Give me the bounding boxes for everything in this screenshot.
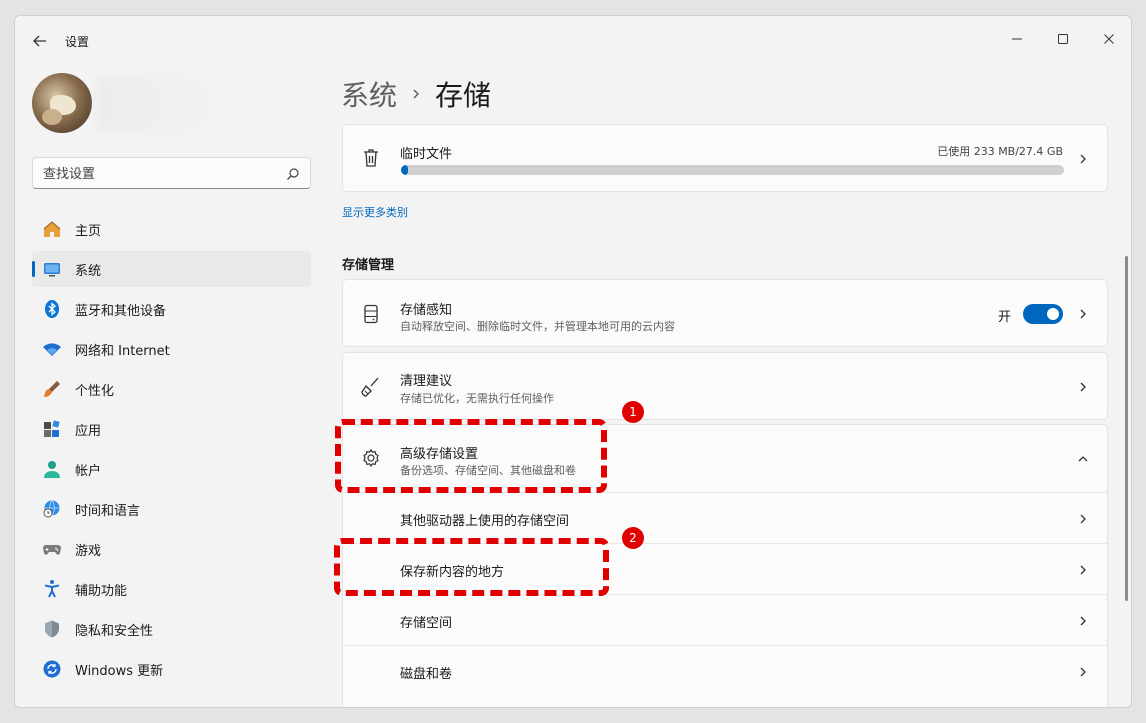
sidebar-item-gaming[interactable]: 游戏: [32, 531, 311, 567]
sidebar-item-label: 个性化: [75, 383, 115, 399]
breadcrumb-parent[interactable]: 系统: [341, 74, 397, 114]
avatar[interactable]: [32, 73, 92, 133]
temp-files-progress-bar: [401, 165, 1064, 175]
update-icon: [43, 660, 61, 678]
trash-icon: [364, 149, 378, 167]
storage-spaces-row[interactable]: 存储空间: [343, 594, 1107, 645]
row-label: 其他驱动器上使用的存储空间: [400, 514, 570, 529]
toggle-state-label: 开: [997, 310, 1011, 325]
annotation-badge-1: 1: [622, 401, 644, 423]
accessibility-icon: [44, 580, 60, 598]
brush-icon: [44, 381, 60, 397]
shield-icon: [45, 620, 59, 638]
sidebar-item-label: Windows 更新: [75, 663, 164, 679]
sidebar-item-accessibility[interactable]: 辅助功能: [32, 571, 311, 607]
sidebar-item-personalization[interactable]: 个性化: [32, 371, 311, 407]
sidebar-item-windows-update[interactable]: Windows 更新: [32, 651, 311, 687]
search-box: [32, 157, 311, 189]
progress-fill: [401, 165, 408, 175]
storage-sense-subtitle: 自动释放空间、删除临时文件，并管理本地可用的云内容: [400, 320, 675, 333]
sidebar-item-home[interactable]: 主页: [32, 211, 311, 247]
maximize-icon: [1058, 34, 1068, 44]
show-more-categories-link[interactable]: 显示更多类别: [342, 204, 408, 220]
temp-files-usage: 已使用 233 MB/27.4 GB: [937, 145, 1063, 158]
temp-files-title: 临时文件: [400, 147, 453, 162]
chevron-right-icon: [1080, 154, 1086, 164]
sidebar-nav: 主页 系统 蓝牙和其他设备 网络和 Internet 个性化 应用 帐户 时间和…: [32, 211, 311, 691]
sidebar-item-privacy[interactable]: 隐私和安全性: [32, 611, 311, 647]
sidebar-item-label: 游戏: [75, 543, 102, 559]
sidebar-item-network[interactable]: 网络和 Internet: [32, 331, 311, 367]
storage-drive-icon: [364, 304, 378, 324]
minimize-icon: [1012, 38, 1022, 40]
search-icon[interactable]: [286, 167, 300, 181]
close-button[interactable]: [1089, 24, 1129, 54]
cleanup-subtitle: 存储已优化，无需执行任何操作: [400, 392, 554, 405]
sidebar-item-label: 应用: [75, 423, 102, 439]
cleanup-title: 清理建议: [400, 374, 453, 389]
minimize-button[interactable]: [997, 24, 1037, 54]
home-icon: [43, 221, 61, 237]
sidebar-item-label: 系统: [75, 263, 102, 279]
sidebar-item-system[interactable]: 系统: [32, 251, 311, 287]
sidebar-item-bluetooth[interactable]: 蓝牙和其他设备: [32, 291, 311, 327]
chevron-up-icon: [1078, 456, 1088, 462]
annotation-box-2: [334, 538, 609, 596]
close-icon: [1104, 34, 1114, 44]
chevron-right-icon: [1080, 514, 1086, 524]
gamepad-icon: [43, 545, 61, 555]
sidebar-item-label: 时间和语言: [75, 503, 141, 519]
storage-sense-title: 存储感知: [400, 303, 453, 318]
sidebar-item-label: 隐私和安全性: [75, 623, 154, 639]
back-arrow-icon: [33, 35, 46, 47]
maximize-button[interactable]: [1043, 24, 1083, 54]
chevron-right-icon: [1080, 382, 1086, 392]
app-title: 设置: [65, 35, 90, 49]
apps-icon: [44, 420, 60, 437]
cleanup-recommendations-card[interactable]: 清理建议 存储已优化，无需执行任何操作: [342, 352, 1108, 420]
broom-icon: [361, 377, 379, 397]
storage-sense-card[interactable]: 存储感知 自动释放空间、删除临时文件，并管理本地可用的云内容 开: [342, 279, 1108, 347]
page-title: 存储: [435, 79, 492, 112]
sidebar-item-apps[interactable]: 应用: [32, 411, 311, 447]
chevron-right-icon: [413, 89, 419, 99]
settings-window: 设置 主页 系统 蓝牙和其他设备 网络和 Interne: [14, 15, 1132, 708]
row-label: 存储空间: [400, 616, 453, 631]
title-bar: 设置: [15, 16, 1131, 62]
chevron-right-icon: [1080, 309, 1086, 319]
annotation-box-1: [335, 419, 607, 493]
chevron-right-icon: [1080, 565, 1086, 575]
sidebar-item-time-language[interactable]: 时间和语言: [32, 491, 311, 527]
sidebar-item-label: 帐户: [75, 463, 102, 479]
globe-clock-icon: [43, 500, 60, 518]
sidebar-item-label: 蓝牙和其他设备: [75, 303, 167, 319]
system-icon: [44, 263, 60, 277]
breadcrumb: 系统 存储: [341, 74, 491, 114]
toggle-knob: [1047, 308, 1059, 320]
row-label: 磁盘和卷: [400, 667, 453, 682]
annotation-badge-2: 2: [622, 527, 644, 549]
sidebar-item-label: 主页: [75, 223, 102, 239]
sidebar-item-label: 网络和 Internet: [75, 343, 170, 359]
search-input[interactable]: [43, 164, 273, 184]
scrollbar-thumb[interactable]: [1125, 256, 1128, 601]
bluetooth-icon: [45, 300, 59, 318]
storage-other-drives-row[interactable]: 其他驱动器上使用的存储空间: [343, 492, 1107, 543]
account-icon: [44, 461, 60, 478]
back-button[interactable]: [29, 30, 51, 52]
disks-volumes-row[interactable]: 磁盘和卷: [343, 645, 1107, 696]
account-name-blurred: [95, 76, 235, 132]
temp-files-card[interactable]: 临时文件 已使用 233 MB/27.4 GB: [342, 124, 1108, 192]
chevron-right-icon: [1080, 667, 1086, 677]
storage-sense-toggle[interactable]: [1023, 304, 1063, 324]
sidebar-item-label: 辅助功能: [75, 583, 128, 599]
storage-management-heading: 存储管理: [342, 258, 395, 273]
chevron-right-icon: [1080, 616, 1086, 626]
wifi-icon: [43, 343, 61, 356]
sidebar-item-accounts[interactable]: 帐户: [32, 451, 311, 487]
